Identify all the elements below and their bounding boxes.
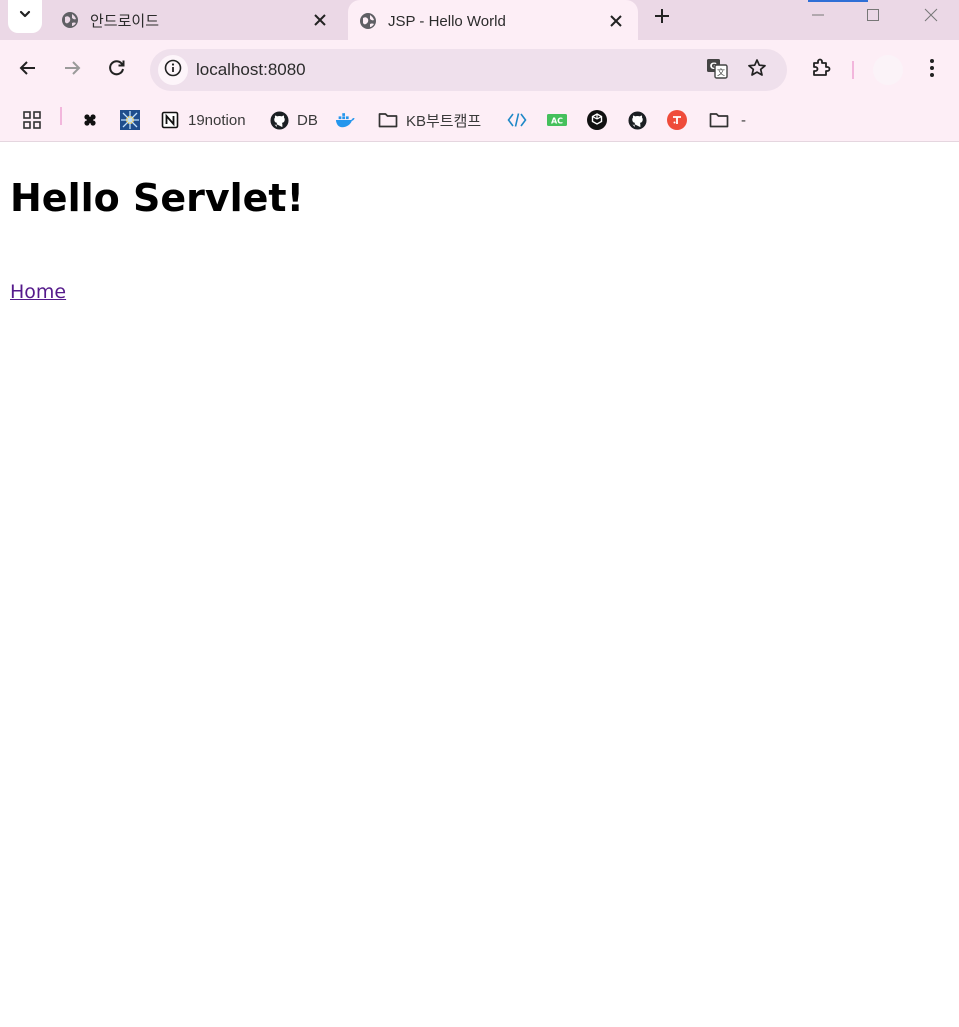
browser-toolbar: localhost:8080 G文 (0, 40, 959, 100)
globe-icon (60, 10, 80, 30)
openai-icon (587, 110, 607, 130)
tab-android[interactable]: 안드로이드 (50, 0, 342, 40)
red-circle-icon (667, 110, 687, 130)
url-text[interactable]: localhost:8080 (196, 60, 306, 80)
reload-button[interactable] (102, 55, 132, 85)
close-icon[interactable] (308, 8, 332, 32)
translate-icon: G文 (706, 57, 728, 84)
chevron-down-icon (18, 7, 32, 26)
extensions-button[interactable] (806, 55, 836, 85)
window-close-button[interactable] (903, 0, 959, 34)
site-info-button[interactable] (158, 55, 188, 85)
bookmark-acmicpc[interactable]: AC (547, 105, 567, 135)
bookmark-burst[interactable] (120, 105, 140, 135)
apps-grid-icon (22, 110, 42, 130)
bookmark-code[interactable] (507, 105, 527, 135)
menu-button[interactable] (917, 55, 947, 85)
github-icon (627, 110, 647, 130)
bookmark-folder-kb[interactable]: KB부트캠프 (378, 105, 481, 135)
folder-icon (709, 110, 729, 130)
notion-icon (160, 110, 180, 130)
translate-button[interactable]: G文 (702, 55, 732, 85)
info-icon (164, 59, 182, 82)
bookmark-docker[interactable] (335, 105, 355, 135)
globe-icon (358, 11, 378, 31)
forward-button[interactable] (57, 55, 87, 85)
burst-logo-icon (120, 110, 140, 130)
bookmark-label: DB (297, 111, 318, 129)
svg-text:AC: AC (551, 117, 563, 126)
more-vertical-icon (929, 58, 935, 83)
minimize-button[interactable] (790, 0, 846, 34)
tab-search-button[interactable] (8, 0, 42, 33)
bookmark-db[interactable]: DB (269, 105, 318, 135)
bookmark-red[interactable] (667, 105, 687, 135)
bookmark-star-button[interactable] (742, 55, 772, 85)
toolbar-separator (852, 61, 854, 79)
close-icon (924, 8, 938, 27)
home-link[interactable]: Home (10, 281, 66, 303)
bookmark-openai[interactable] (587, 105, 607, 135)
arrow-left-icon (19, 59, 37, 82)
tab-title: JSP - Hello World (388, 12, 506, 30)
code-brackets-icon (507, 110, 527, 130)
bookmark-label: KB부트캠프 (406, 112, 482, 130)
back-button[interactable] (13, 55, 43, 85)
new-tab-button[interactable] (648, 4, 676, 32)
plus-icon (654, 8, 670, 29)
reload-icon (108, 59, 126, 82)
bookmark-figma[interactable] (80, 105, 100, 135)
bookmark-19notion[interactable]: 19notion (160, 105, 246, 135)
page-title: Hello Servlet! (10, 176, 304, 220)
svg-text:文: 文 (717, 67, 725, 77)
folder-icon (378, 110, 398, 130)
maximize-icon (866, 8, 880, 27)
page-content: Hello Servlet! Home (0, 142, 959, 1027)
bookmark-github[interactable] (627, 105, 647, 135)
address-bar[interactable]: localhost:8080 G文 (150, 49, 787, 91)
minimize-icon (811, 8, 825, 27)
acmicpc-icon: AC (547, 110, 567, 130)
bookmarks-separator (60, 107, 62, 125)
puzzle-icon (810, 57, 832, 84)
bookmark-apps[interactable] (22, 105, 42, 135)
tab-title: 안드로이드 (90, 12, 160, 30)
figma-icon (80, 110, 100, 130)
close-icon[interactable] (604, 9, 628, 33)
arrow-right-icon (63, 59, 81, 82)
docker-icon (335, 110, 355, 130)
bookmarks-bar: 19notion DB KB부트캠프 AC - (0, 100, 959, 142)
bookmark-label: 19notion (188, 111, 246, 129)
bookmark-folder-dash[interactable]: - (709, 105, 746, 135)
github-icon (269, 110, 289, 130)
tab-jsp-hello-world[interactable]: JSP - Hello World (348, 0, 638, 42)
star-icon (747, 58, 767, 83)
maximize-button[interactable] (845, 0, 901, 34)
bookmark-label: - (741, 111, 746, 129)
profile-avatar[interactable] (873, 55, 903, 85)
tab-strip: 안드로이드 JSP - Hello World (0, 0, 959, 42)
